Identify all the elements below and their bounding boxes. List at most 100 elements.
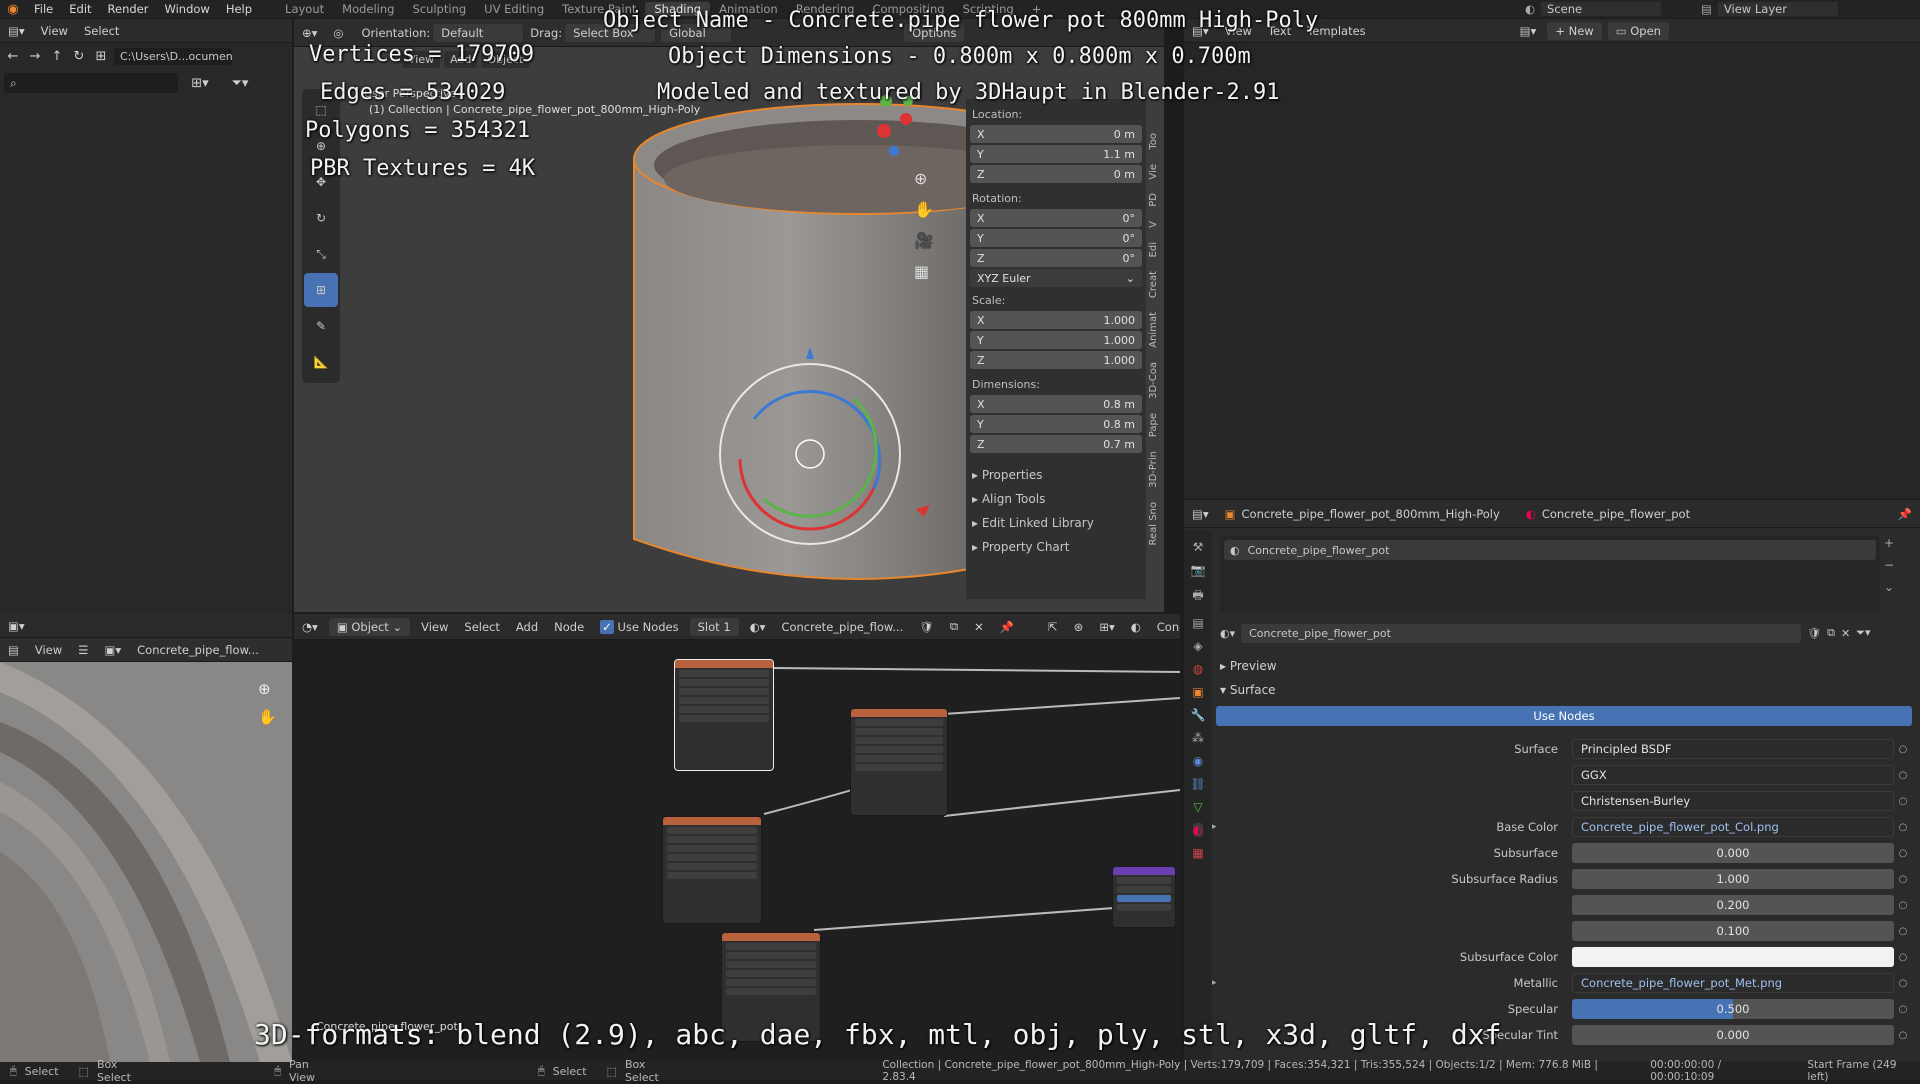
property-field[interactable]: Christensen-Burley	[1572, 791, 1894, 811]
slot-dropdown[interactable]: Slot 1	[689, 617, 739, 636]
dimensions-z-field[interactable]: Z 0.7 m	[970, 435, 1142, 453]
view-layer-icon[interactable]: ▤	[1701, 2, 1712, 16]
sidebar-tab-tool[interactable]: Too	[1148, 129, 1164, 154]
keyframe-dot-icon[interactable]: ○	[1894, 770, 1912, 781]
filter-icon[interactable]: ⏷▾	[222, 74, 258, 92]
open-text-button[interactable]: ▭ Open	[1607, 21, 1669, 40]
dimensions-x-field[interactable]: X 0.8 m	[970, 395, 1142, 413]
sidebar-tab-animation[interactable]: Animat	[1148, 308, 1164, 352]
slot-menu-icon[interactable]: ⌄	[1884, 580, 1894, 594]
forward-icon[interactable]: →	[26, 47, 44, 65]
texture-preview[interactable]	[0, 662, 292, 1062]
output-tab-icon[interactable]: 🖶	[1192, 586, 1203, 607]
section-edit-linked-library[interactable]: ▸ Edit Linked Library	[966, 511, 1146, 535]
node-snap-mode-icon[interactable]: ⊞▾	[1093, 618, 1120, 636]
node-fake-user-icon[interactable]: 🛡	[913, 618, 940, 636]
unlink-material-icon[interactable]: ✕	[1841, 627, 1850, 640]
location-z-field[interactable]: Z 0 m	[970, 165, 1142, 183]
rotation-x-field[interactable]: X 0°	[970, 209, 1142, 227]
keyframe-dot-icon[interactable]: ○	[1894, 978, 1912, 989]
node-pin-icon[interactable]: 📌	[994, 618, 1020, 636]
image-name-field[interactable]: Concrete_pipe_flow...	[131, 641, 265, 659]
tab-uv-editing[interactable]: UV Editing	[475, 2, 553, 16]
shader-node-editor[interactable]: ◔▾ ▣ Object ⌄ View Select Add Node ✓ Use…	[294, 614, 1180, 1062]
display-mode-icon[interactable]: ⊞▾	[182, 74, 218, 92]
modifier-tab-icon[interactable]: 🔧	[1191, 708, 1206, 722]
file-browser-view-menu[interactable]: View	[35, 22, 74, 40]
property-field[interactable]: GGX	[1572, 765, 1894, 785]
section-properties[interactable]: ▸ Properties	[966, 463, 1146, 487]
tool-tab-icon[interactable]: ⚒	[1193, 540, 1204, 554]
scene-icon[interactable]: ◐	[1525, 2, 1535, 16]
keyframe-dot-icon[interactable]: ○	[1894, 796, 1912, 807]
tab-sculpting[interactable]: Sculpting	[403, 2, 475, 16]
rotation-mode-dropdown[interactable]: XYZ Euler ⌄	[970, 269, 1142, 287]
camera-icon[interactable]: 🎥	[914, 231, 934, 250]
use-nodes-checkbox[interactable]: ✓ Use Nodes	[594, 618, 684, 636]
view-layer-tab-icon[interactable]: ▤	[1192, 616, 1203, 630]
sidebar-tab-edit[interactable]: Edi	[1148, 238, 1164, 261]
keyframe-dot-icon[interactable]: ○	[1894, 952, 1912, 963]
data-tab-icon[interactable]: ▽	[1193, 800, 1202, 814]
keyframe-dot-icon[interactable]: ○	[1894, 1004, 1912, 1015]
property-field[interactable]: Concrete_pipe_flower_pot_Col.png	[1572, 817, 1894, 837]
ortho-grid-icon[interactable]: ▦	[914, 262, 934, 281]
parent-folder-icon[interactable]: ↑	[48, 47, 66, 65]
node-duplicate-icon[interactable]: ⧉	[944, 617, 964, 636]
property-field[interactable]: 0.000	[1572, 1025, 1894, 1045]
menu-window[interactable]: Window	[156, 2, 217, 16]
node-material-icon[interactable]: ◐	[1125, 618, 1147, 636]
section-property-chart[interactable]: ▸ Property Chart	[966, 535, 1146, 559]
node-mode-dropdown[interactable]: ▣ Object ⌄	[328, 617, 411, 636]
property-field[interactable]: Principled BSDF	[1572, 739, 1894, 759]
sidebar-tab-paper[interactable]: Pape	[1148, 409, 1164, 441]
property-field[interactable]: Concrete_pipe_flower_pot_Met.png	[1572, 973, 1894, 993]
remove-slot-icon[interactable]: −	[1884, 558, 1894, 572]
scene-name[interactable]: Scene	[1541, 2, 1662, 16]
scale-z-field[interactable]: Z 1.000	[970, 351, 1142, 369]
menu-file[interactable]: File	[26, 2, 61, 16]
keyframe-dot-icon[interactable]: ○	[1894, 822, 1912, 833]
expand-icon[interactable]: ▸	[1212, 822, 1224, 832]
sidebar-tab-3d-coat[interactable]: 3D-Coa	[1148, 358, 1164, 403]
editor-type-icon[interactable]: ▤▾	[2, 22, 31, 40]
node-material-field[interactable]: Concrete_pipe_flow...	[775, 618, 909, 636]
location-y-field[interactable]: Y 1.1 m	[970, 145, 1142, 163]
image-texture-node[interactable]	[662, 816, 762, 924]
property-field[interactable]: 0.500	[1572, 999, 1894, 1019]
pin-icon[interactable]: 📌	[1898, 507, 1912, 521]
render-tab-icon[interactable]: 📷	[1191, 563, 1206, 577]
refresh-icon[interactable]: ↻	[70, 47, 88, 65]
search-input[interactable]: ⌕	[4, 73, 178, 93]
menu-help[interactable]: Help	[218, 2, 260, 16]
scale-y-field[interactable]: Y 1.000	[970, 331, 1142, 349]
node-editor-type-icon[interactable]: ◔▾	[296, 618, 324, 636]
new-text-button[interactable]: + New	[1547, 21, 1602, 40]
material-name-field[interactable]: Concrete_pipe_flower_pot	[1241, 623, 1802, 643]
node-view-menu[interactable]: View	[415, 618, 454, 636]
use-nodes-button[interactable]: Use Nodes	[1216, 706, 1912, 726]
keyframe-dot-icon[interactable]: ○	[1894, 744, 1912, 755]
image-mode-icon[interactable]: ▤	[2, 641, 25, 659]
object-tab-icon[interactable]: ▣	[1192, 685, 1203, 699]
image-pan-icon[interactable]: ✋	[258, 708, 277, 726]
pan-hand-icon[interactable]: ✋	[914, 200, 934, 219]
node-snap-icon[interactable]: ⊛	[1068, 618, 1090, 636]
text-editor[interactable]: ▤▾ View Text Templates ▤▾ + New ▭ Open	[1184, 19, 1920, 499]
normal-map-node[interactable]	[1112, 866, 1176, 928]
node-filter-icon[interactable]: ⏷▾	[1856, 626, 1870, 640]
location-x-field[interactable]: X 0 m	[970, 125, 1142, 143]
zoom-icon[interactable]: ⊕	[914, 169, 934, 188]
path-field[interactable]: C:\Users\D...ocuments\	[114, 47, 232, 65]
particles-tab-icon[interactable]: ⁂	[1192, 731, 1204, 745]
back-icon[interactable]: ←	[4, 47, 22, 65]
section-align-tools[interactable]: ▸ Align Tools	[966, 487, 1146, 511]
surface-section[interactable]: ▾ Surface	[1212, 678, 1912, 702]
physics-tab-icon[interactable]: ◉	[1193, 754, 1203, 768]
node-parent-icon[interactable]: ⇱	[1042, 618, 1064, 636]
sidebar-tab-pd[interactable]: PD	[1148, 189, 1164, 211]
keyframe-dot-icon[interactable]: ○	[1894, 1030, 1912, 1041]
image-editor-type-icon[interactable]: ▣▾	[2, 617, 31, 635]
material-slot-item[interactable]: ◐ Concrete_pipe_flower_pot	[1224, 540, 1876, 560]
property-field[interactable]: 1.000	[1572, 869, 1894, 889]
